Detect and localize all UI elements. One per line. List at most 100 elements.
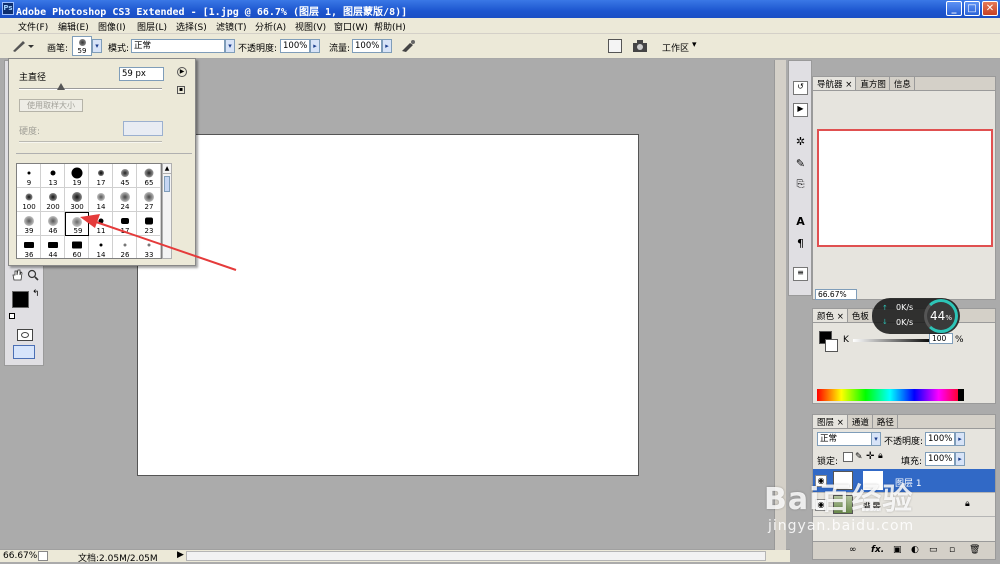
group-icon[interactable]: ▭ — [929, 545, 938, 555]
tab-channels[interactable]: 通道 — [848, 415, 873, 428]
mode-select[interactable]: 正常 — [131, 39, 225, 53]
brush-preset-cell[interactable]: 11 — [89, 212, 113, 236]
fill-input[interactable]: 100% — [925, 452, 955, 466]
brush-preset-cell[interactable]: 65 — [137, 164, 161, 188]
menu-file[interactable]: 文件(F) — [18, 20, 48, 33]
menu-filter[interactable]: 滤镜(T) — [216, 20, 247, 33]
menu-help[interactable]: 帮助(H) — [374, 20, 406, 33]
brush-preset-cell[interactable]: 14 — [89, 236, 113, 258]
maximize-button[interactable]: □ — [964, 1, 980, 16]
brush-tool-preset-icon[interactable] — [10, 39, 34, 53]
menu-edit[interactable]: 编辑(E) — [58, 20, 89, 33]
hardness-slider[interactable] — [19, 141, 162, 143]
airbrush-icon[interactable] — [400, 39, 416, 53]
menu-view[interactable]: 视图(V) — [295, 20, 326, 33]
screen-mode-icon[interactable] — [13, 345, 35, 359]
brush-preset-cell[interactable]: 27 — [137, 188, 161, 212]
zoom-readout[interactable]: 66.67% — [3, 551, 37, 561]
preset-scrollbar[interactable]: ▲ — [162, 163, 172, 259]
lock-position-icon[interactable]: ✛ — [866, 451, 874, 462]
brush-preset-cell[interactable]: 36 — [17, 236, 41, 258]
brush-preset-cell[interactable]: 9 — [17, 164, 41, 188]
menu-window[interactable]: 窗口(W) — [334, 20, 368, 33]
paragraph-icon[interactable]: ¶ — [793, 237, 808, 251]
color-background-swatch[interactable] — [825, 339, 838, 352]
tab-layers[interactable]: 图层 × — [813, 415, 848, 428]
brush-preset-cell[interactable]: 26 — [113, 236, 137, 258]
brush-preset-cell[interactable]: 33 — [137, 236, 161, 258]
status-icon[interactable] — [38, 551, 48, 561]
diameter-slider-thumb[interactable] — [57, 83, 65, 90]
brush-preset-cell[interactable]: 17 — [89, 164, 113, 188]
brush-preset-cell[interactable]: 17 — [113, 212, 137, 236]
hardness-input[interactable] — [123, 121, 163, 136]
memory-usage-ring[interactable]: 44% — [924, 299, 958, 333]
brush-preset-cell[interactable]: 200 — [41, 188, 65, 212]
brush-preset-cell[interactable]: 100 — [17, 188, 41, 212]
close-button[interactable]: ✕ — [982, 1, 998, 16]
brushes-panel-icon[interactable]: ✲ — [793, 135, 808, 149]
use-sample-size-button[interactable]: 使用取样大小 — [19, 99, 83, 112]
brush-preset-cell[interactable]: 39 — [17, 212, 41, 236]
lock-image-icon[interactable]: ✎ — [855, 452, 863, 462]
new-preset-icon[interactable]: ▪ — [177, 86, 185, 94]
menu-analysis[interactable]: 分析(A) — [255, 20, 286, 33]
navigator-zoom-input[interactable]: 66.67% — [815, 289, 857, 300]
menu-select[interactable]: 选择(S) — [176, 20, 207, 33]
fill-arrow-icon[interactable]: ▸ — [955, 452, 965, 466]
blend-mode-select[interactable]: 正常 — [817, 432, 877, 446]
character-icon[interactable]: A — [793, 215, 808, 229]
status-menu-arrow-icon[interactable]: ▶ — [177, 550, 184, 560]
brush-preset-cell[interactable]: 13 — [41, 164, 65, 188]
actions-icon[interactable]: ▶ — [793, 103, 808, 117]
color-spectrum-bar[interactable] — [817, 389, 963, 401]
default-colors-icon[interactable] — [9, 313, 15, 319]
opacity-arrow-icon[interactable]: ▸ — [310, 39, 320, 53]
brush-preset-cell[interactable]: 45 — [113, 164, 137, 188]
brush-preset-cell[interactable]: 19 — [65, 164, 89, 188]
brush-preset-cell[interactable]: 24 — [113, 188, 137, 212]
brush-preset-cell[interactable]: 14 — [89, 188, 113, 212]
flow-arrow-icon[interactable]: ▸ — [382, 39, 392, 53]
brush-preset-cell[interactable]: 23 — [137, 212, 161, 236]
k-slider[interactable] — [853, 339, 933, 342]
horizontal-scrollbar[interactable] — [186, 551, 766, 561]
brush-picker-arrow-icon[interactable]: ▾ — [92, 39, 102, 53]
zoom-tool-icon[interactable] — [27, 269, 39, 281]
foreground-color-swatch[interactable] — [12, 291, 29, 308]
new-layer-icon[interactable]: ▫ — [949, 545, 955, 555]
document-canvas[interactable] — [137, 134, 639, 476]
k-value-input[interactable]: 100 — [929, 333, 953, 344]
clone-source-icon[interactable]: ⎘ — [793, 179, 808, 193]
minimize-button[interactable]: _ — [946, 1, 962, 16]
flow-input[interactable]: 100% — [352, 39, 382, 53]
quick-mask-icon[interactable] — [17, 329, 33, 341]
fx-icon[interactable]: fx. — [871, 545, 884, 555]
opacity-input[interactable]: 100% — [280, 39, 310, 53]
workspace-button[interactable]: 工作区 — [662, 41, 689, 54]
layer-opacity-arrow-icon[interactable]: ▸ — [955, 432, 965, 446]
palette-well-icon[interactable] — [608, 39, 622, 53]
brush-preset-cell[interactable]: 44 — [41, 236, 65, 258]
spectrum-black-swatch[interactable] — [958, 389, 964, 401]
tab-navigator[interactable]: 导航器 × — [813, 77, 857, 90]
brush-preset-cell[interactable]: 300 — [65, 188, 89, 212]
navigator-preview[interactable] — [817, 129, 993, 247]
lock-all-icon[interactable]: 🔒︎ — [878, 451, 883, 461]
diameter-input[interactable]: 59 px — [119, 67, 164, 81]
trash-icon[interactable]: 🗑︎ — [969, 545, 980, 555]
layer-opacity-input[interactable]: 100% — [925, 432, 955, 446]
tab-swatches[interactable]: 色板 — [848, 309, 873, 322]
link-icon[interactable]: ∞ — [849, 545, 857, 555]
menu-layer[interactable]: 图层(L) — [137, 20, 167, 33]
tab-info[interactable]: 信息 — [890, 77, 915, 90]
layer-comps-icon[interactable]: ≡ — [793, 267, 808, 281]
workspace-dropdown-icon[interactable]: ▾ — [692, 40, 697, 50]
blend-mode-dropdown-icon[interactable]: ▾ — [871, 432, 881, 446]
hand-tool-icon[interactable] — [11, 269, 23, 281]
tab-paths[interactable]: 路径 — [873, 415, 898, 428]
adjustment-icon[interactable]: ◐ — [911, 545, 919, 555]
mask-icon[interactable]: ▣ — [893, 545, 902, 555]
brush-preset-cell-selected[interactable]: 59 — [65, 212, 89, 236]
lock-transparent-icon[interactable] — [843, 452, 853, 462]
